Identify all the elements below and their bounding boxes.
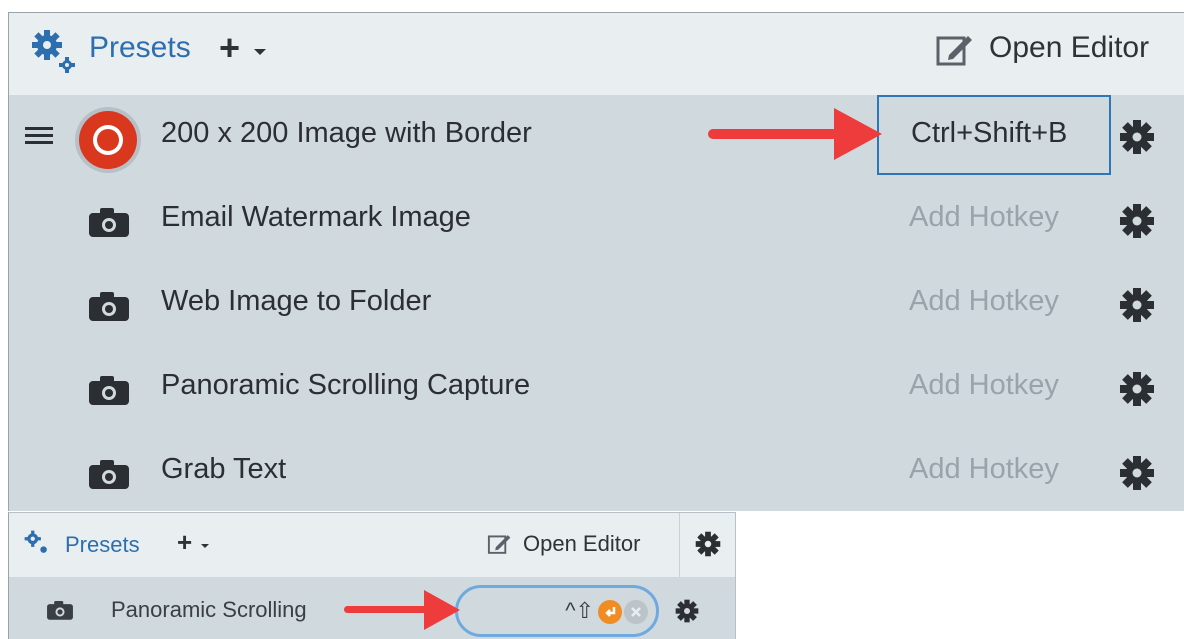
preset-settings-gear-icon[interactable] [1119, 203, 1155, 239]
preset-row-selected[interactable]: 200 x 200 Image with Border Ctrl+Shift+B [9, 95, 1184, 179]
add-hotkey-link[interactable]: Add Hotkey [909, 285, 1059, 318]
preset-settings-gear-icon[interactable] [1119, 287, 1155, 323]
hotkey-entry-field[interactable]: ^⇧ [455, 585, 659, 637]
compact-header: Presets + Open Editor [9, 513, 735, 577]
record-icon [75, 107, 141, 173]
preset-name: Email Watermark Image [161, 201, 471, 233]
presets-title[interactable]: Presets [89, 31, 191, 65]
header-divider [679, 513, 680, 577]
add-hotkey-link[interactable]: Add Hotkey [909, 369, 1059, 402]
presets-gears-icon[interactable] [29, 27, 77, 75]
hotkey-entry-keys: ^⇧ [565, 598, 594, 623]
edit-icon[interactable] [487, 532, 511, 556]
add-preset-chevron-down-icon[interactable] [201, 544, 209, 548]
settings-gear-icon[interactable] [695, 531, 721, 557]
confirm-hotkey-icon[interactable] [598, 600, 622, 624]
preset-name: Grab Text [161, 453, 287, 485]
add-preset-button[interactable]: + [177, 527, 192, 558]
add-preset-button[interactable]: + [219, 27, 240, 69]
preset-row[interactable]: Grab Text Add Hotkey [9, 431, 1184, 515]
preset-settings-gear-icon[interactable] [1119, 119, 1155, 155]
presets-panel: Presets + Open Editor 200 x 200 Image wi… [8, 12, 1184, 511]
preset-settings-gear-icon[interactable] [675, 599, 699, 623]
camera-icon [89, 292, 129, 321]
annotation-arrow-icon [344, 590, 460, 630]
clear-hotkey-icon[interactable] [624, 600, 648, 624]
camera-icon [89, 208, 129, 237]
preset-row[interactable]: Web Image to Folder Add Hotkey [9, 263, 1184, 347]
open-editor-button[interactable]: Open Editor [989, 31, 1149, 65]
camera-icon [89, 460, 129, 489]
add-preset-chevron-down-icon[interactable] [254, 49, 266, 55]
presets-title[interactable]: Presets [65, 532, 140, 558]
preset-row[interactable]: Panoramic Scrolling Capture Add Hotkey [9, 347, 1184, 431]
drag-handle-icon[interactable] [25, 127, 53, 145]
preset-name: Panoramic Scrolling Capture [161, 369, 531, 401]
presets-header: Presets + Open Editor [9, 13, 1184, 95]
preset-settings-gear-icon[interactable] [1119, 455, 1155, 491]
presets-gears-icon[interactable] [23, 529, 49, 555]
camera-icon [89, 376, 129, 405]
preset-row[interactable]: Email Watermark Image Add Hotkey [9, 179, 1184, 263]
open-editor-button[interactable]: Open Editor [523, 531, 640, 557]
edit-icon[interactable] [935, 31, 973, 69]
preset-name: Web Image to Folder [161, 285, 432, 317]
preset-settings-gear-icon[interactable] [1119, 371, 1155, 407]
annotation-arrow-icon [708, 108, 882, 160]
add-hotkey-link[interactable]: Add Hotkey [909, 201, 1059, 234]
camera-icon [47, 600, 73, 620]
hotkey-value[interactable]: Ctrl+Shift+B [911, 117, 1067, 150]
add-hotkey-link[interactable]: Add Hotkey [909, 453, 1059, 486]
preset-name: Panoramic Scrolling [111, 597, 307, 622]
preset-name: 200 x 200 Image with Border [161, 117, 532, 149]
